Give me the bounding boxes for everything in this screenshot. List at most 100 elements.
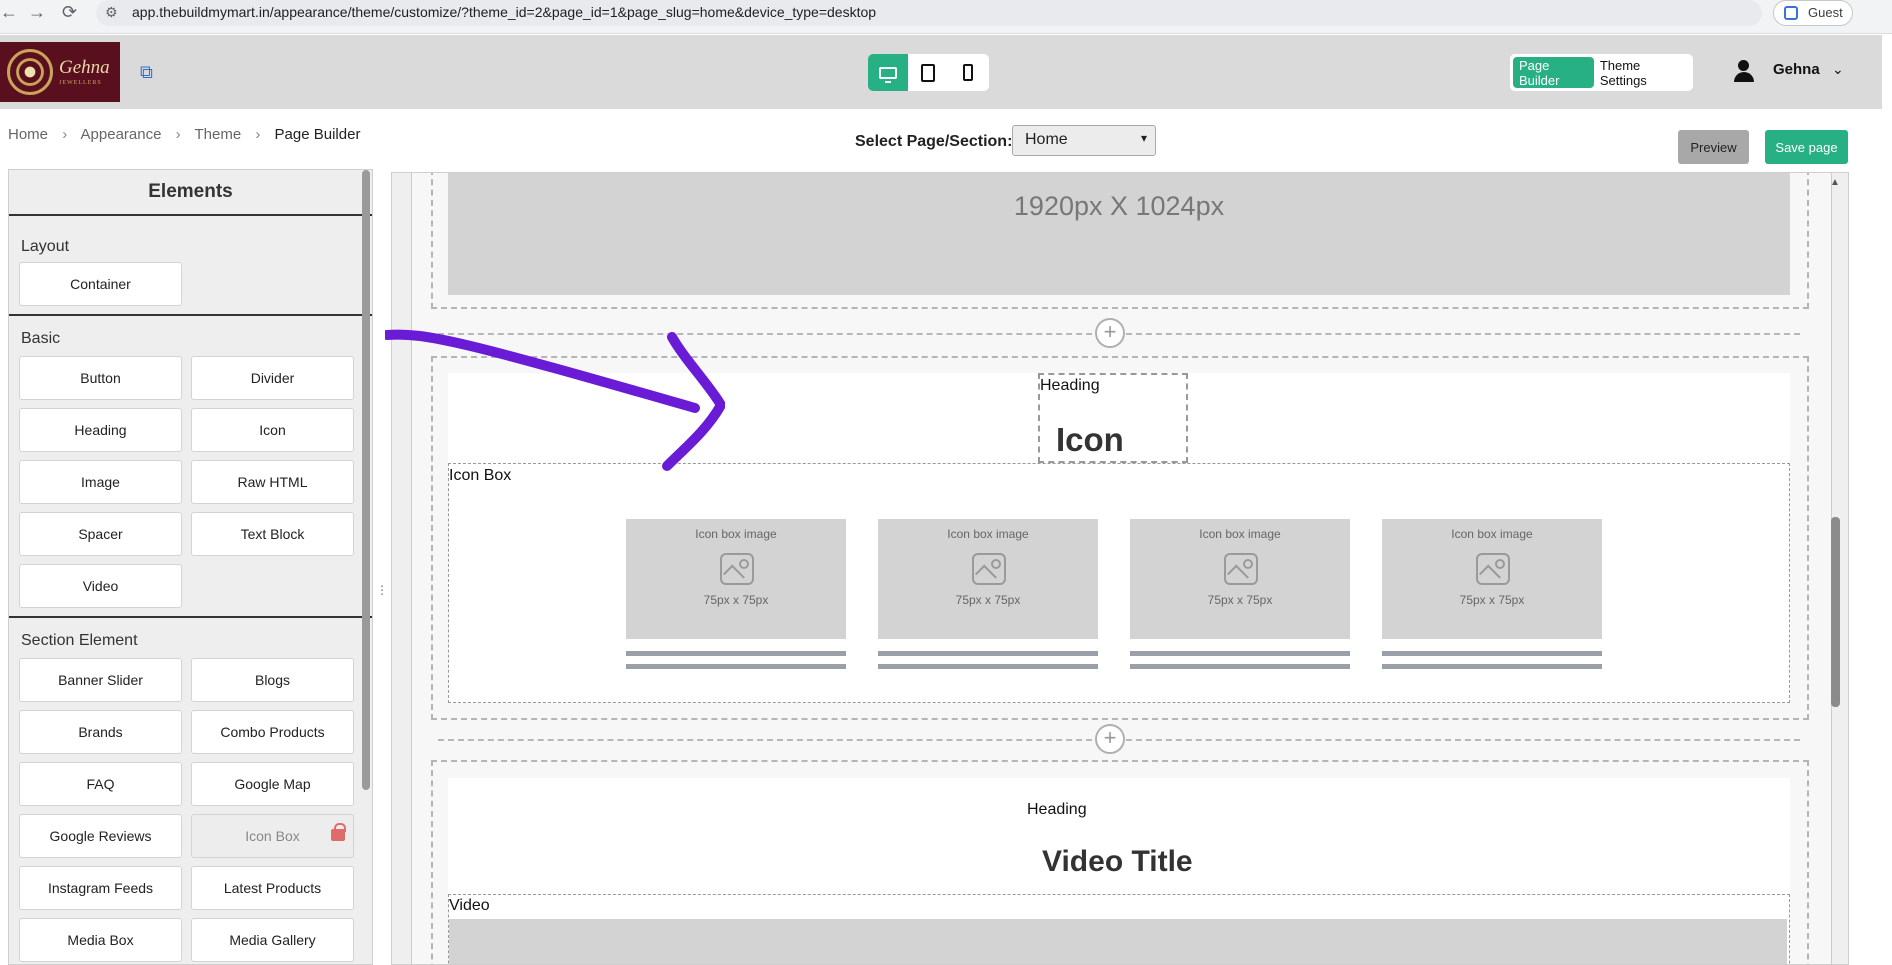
breadcrumb-page-builder: Page Builder: [274, 126, 361, 143]
element-icon-box: Icon Box: [191, 814, 354, 858]
forward-icon[interactable]: →: [28, 2, 46, 23]
sidebar-title: Elements: [9, 170, 372, 216]
resize-handle-icon[interactable]: ⋮: [376, 583, 388, 597]
brand-logo[interactable]: Gehna JEWELLERS: [0, 42, 120, 102]
element-banner-slider[interactable]: Banner Slider: [19, 658, 182, 702]
url-text[interactable]: app.thebuildmymart.in/appearance/theme/c…: [132, 4, 876, 20]
image-placeholder-icon: [720, 553, 754, 585]
page-select-label: Select Page/Section:: [855, 133, 1013, 150]
page-select[interactable]: Home ▾: [1012, 125, 1156, 156]
browser-address-bar: ← → ⟳ ⚙ app.thebuildmymart.in/appearance…: [0, 0, 1892, 34]
element-google-reviews[interactable]: Google Reviews: [19, 814, 182, 858]
preview-button[interactable]: Preview: [1678, 130, 1749, 164]
user-name[interactable]: Gehna: [1773, 61, 1820, 78]
group-heading-layout: Layout: [21, 238, 70, 255]
profile-button[interactable]: Guest: [1773, 0, 1853, 26]
back-icon[interactable]: ←: [0, 2, 18, 23]
desktop-icon: [879, 66, 897, 83]
text-placeholder-line: [626, 651, 846, 656]
image-placeholder-icon: [1224, 553, 1258, 585]
site-info-icon[interactable]: ⚙: [105, 4, 118, 21]
chevron-right-icon: ›: [175, 126, 181, 143]
iconbox-card[interactable]: Icon box image 75px x 75px: [878, 519, 1098, 639]
save-page-button[interactable]: Save page: [1765, 130, 1848, 164]
element-raw-html[interactable]: Raw HTML: [191, 460, 354, 504]
breadcrumb-appearance[interactable]: Appearance: [81, 126, 162, 143]
text-placeholder-line: [1130, 664, 1350, 669]
iconbox-card-size: 75px x 75px: [1207, 593, 1273, 607]
video-element[interactable]: Video: [448, 894, 1790, 964]
iconbox-card-size: 75px x 75px: [1459, 593, 1525, 607]
video-placeholder: [449, 919, 1787, 964]
element-google-map[interactable]: Google Map: [191, 762, 354, 806]
user-icon[interactable]: [1733, 60, 1755, 82]
iconbox-tag: Icon Box: [449, 467, 512, 484]
elements-sidebar: Elements Layout Container Basic Button D…: [8, 169, 373, 965]
text-placeholder-line: [1382, 664, 1602, 669]
element-faq[interactable]: FAQ: [19, 762, 182, 806]
add-section-button[interactable]: +: [1095, 318, 1125, 348]
element-image[interactable]: Image: [19, 460, 182, 504]
reload-icon[interactable]: ⟳: [62, 2, 77, 23]
element-icon-box-label: Icon Box: [245, 828, 300, 844]
element-text-block[interactable]: Text Block: [191, 512, 354, 556]
iconbox-card-title: Icon box image: [695, 527, 777, 541]
element-media-box[interactable]: Media Box: [19, 918, 182, 962]
iconbox-card-title: Icon box image: [1451, 527, 1533, 541]
heading-tag: Heading: [1040, 377, 1100, 394]
iconbox-card[interactable]: Icon box image 75px x 75px: [626, 519, 846, 639]
mobile-view-button[interactable]: [948, 54, 988, 91]
iconbox-card[interactable]: Icon box image 75px x 75px: [1130, 519, 1350, 639]
element-instagram-feeds[interactable]: Instagram Feeds: [19, 866, 182, 910]
element-heading[interactable]: Heading: [19, 408, 182, 452]
text-placeholder-line: [626, 664, 846, 669]
iconbox-card-title: Icon box image: [947, 527, 1029, 541]
logo-emblem-icon: [7, 49, 53, 95]
canvas-page: 1920px X 1024px + Heading Icon Box Icon …: [411, 173, 1832, 964]
element-button[interactable]: Button: [19, 356, 182, 400]
desktop-view-button[interactable]: [868, 54, 908, 91]
add-section-button[interactable]: +: [1095, 724, 1125, 754]
page-select-value: Home: [1025, 131, 1068, 148]
element-icon[interactable]: Icon: [191, 408, 354, 452]
chevron-down-icon[interactable]: ⌄: [1832, 61, 1844, 78]
element-divider[interactable]: Divider: [191, 356, 354, 400]
element-video[interactable]: Video: [19, 564, 182, 608]
tab-theme-settings[interactable]: Theme Settings: [1594, 57, 1690, 88]
logo-name: Gehna: [59, 57, 110, 78]
app-header: Gehna JEWELLERS ⧉ Page Builder Theme Set…: [0, 35, 1882, 109]
external-link-icon[interactable]: ⧉: [140, 62, 153, 83]
iconbox-card-title: Icon box image: [1199, 527, 1281, 541]
layout-elements: Container: [9, 262, 372, 314]
canvas-scrollbar[interactable]: [1831, 517, 1840, 707]
tablet-view-button[interactable]: [908, 54, 948, 91]
chevron-down-icon: ▾: [1140, 131, 1147, 145]
element-latest-products[interactable]: Latest Products: [191, 866, 354, 910]
breadcrumb-theme[interactable]: Theme: [195, 126, 242, 143]
element-spacer[interactable]: Spacer: [19, 512, 182, 556]
iconbox-card[interactable]: Icon box image 75px x 75px: [1382, 519, 1602, 639]
mobile-icon: [963, 64, 973, 81]
sidebar-scrollbar[interactable]: [362, 170, 370, 790]
iconbox-card-size: 75px x 75px: [955, 593, 1021, 607]
lock-icon: [331, 823, 346, 841]
chevron-right-icon: ›: [62, 126, 68, 143]
divider: [9, 616, 372, 618]
element-container[interactable]: Container: [19, 262, 182, 306]
element-brands[interactable]: Brands: [19, 710, 182, 754]
tab-page-builder[interactable]: Page Builder: [1513, 57, 1594, 88]
element-combo-products[interactable]: Combo Products: [191, 710, 354, 754]
image-placeholder-icon: [1476, 553, 1510, 585]
chevron-right-icon: ›: [255, 126, 261, 143]
element-blogs[interactable]: Blogs: [191, 658, 354, 702]
heading-element[interactable]: Heading Icon Box: [1038, 373, 1188, 496]
iconbox-element[interactable]: Icon Box Icon box image 75px x 75px Icon…: [448, 463, 1790, 703]
section-elements: Banner Slider Blogs Brands Combo Product…: [9, 658, 372, 964]
banner-size-text: 1920px X 1024px: [1013, 191, 1225, 221]
breadcrumb-home[interactable]: Home: [8, 126, 48, 143]
element-media-gallery[interactable]: Media Gallery: [191, 918, 354, 962]
text-placeholder-line: [1130, 651, 1350, 656]
mode-tabs: Page Builder Theme Settings: [1510, 54, 1693, 91]
video-tag: Video: [449, 897, 490, 914]
scroll-up-icon[interactable]: ▲: [1830, 177, 1840, 188]
